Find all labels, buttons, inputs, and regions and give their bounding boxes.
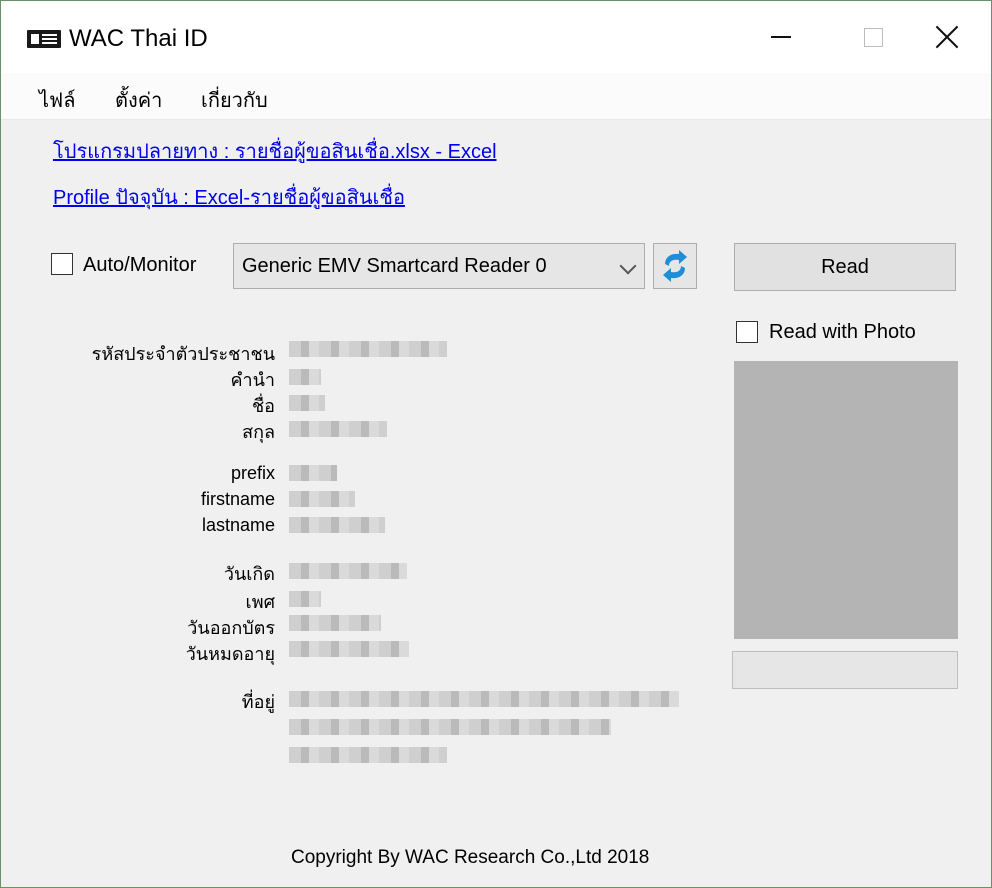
main-window: WAC Thai ID ไฟล์ ตั้งค่า เกี่ยวกับ โปรแก…: [0, 0, 992, 888]
firstname-label: firstname: [200, 489, 275, 509]
address-value-line-2: [289, 719, 611, 735]
read-button[interactable]: Read: [734, 243, 956, 291]
menu-about[interactable]: เกี่ยวกับ: [201, 84, 268, 116]
birthdate-value: [289, 563, 407, 579]
maximize-icon: [863, 27, 883, 47]
menu-bar: ไฟล์ ตั้งค่า เกี่ยวกับ: [1, 73, 991, 120]
title-bar[interactable]: WAC Thai ID: [1, 1, 991, 73]
photo-area: [734, 361, 958, 639]
firstname-value: [289, 491, 355, 507]
firstname-th-label: ชื่อ: [251, 396, 275, 416]
lastname-th-label: สกุล: [242, 422, 275, 442]
read-with-photo-checkbox[interactable]: [736, 321, 758, 343]
auto-monitor-checkbox[interactable]: [51, 253, 73, 275]
issue-date-value: [289, 615, 381, 631]
lastname-th-value: [289, 421, 387, 437]
lastname-value: [289, 517, 385, 533]
window-title: WAC Thai ID: [69, 25, 208, 52]
close-icon: [934, 24, 960, 50]
address-label: ที่อยู่: [241, 692, 275, 712]
minimize-icon: [771, 36, 791, 38]
expiry-date-label: วันหมดอายุ: [185, 644, 275, 664]
menu-file[interactable]: ไฟล์: [39, 84, 75, 116]
expiry-date-value: [289, 641, 409, 657]
menu-settings[interactable]: ตั้งค่า: [115, 84, 162, 116]
chevron-down-icon: [619, 257, 637, 275]
current-profile-link[interactable]: Profile ปัจจุบัน : Excel-รายชื่อผู้ขอสิน…: [53, 181, 405, 213]
firstname-th-value: [289, 395, 325, 411]
gender-value: [289, 591, 321, 607]
close-button[interactable]: [901, 1, 991, 73]
title-th-label: คำนำ: [230, 370, 275, 390]
auto-monitor-label[interactable]: Auto/Monitor: [83, 254, 196, 277]
address-value-line-3: [289, 747, 447, 763]
address-value-line-1: [289, 691, 679, 707]
prefix-label: prefix: [230, 463, 275, 483]
photo-status-bar: [732, 651, 958, 689]
id-card-icon: [27, 30, 61, 48]
target-program-link[interactable]: โปรแกรมปลายทาง : รายชื่อผู้ขอสินเชื่อ.xl…: [53, 135, 497, 167]
birthdate-label: วันเกิด: [223, 564, 275, 584]
gender-label: เพศ: [245, 592, 275, 612]
read-with-photo-label[interactable]: Read with Photo: [769, 321, 916, 344]
reader-select-value: Generic EMV Smartcard Reader 0: [242, 255, 547, 277]
citizen-id-label: รหัสประจำตัวประชาชน: [91, 344, 275, 364]
citizen-id-value: [289, 341, 447, 357]
refresh-button[interactable]: [653, 243, 697, 289]
reader-select[interactable]: Generic EMV Smartcard Reader 0: [233, 243, 645, 289]
copyright-text: Copyright By WAC Research Co.,Ltd 2018: [291, 847, 650, 868]
prefix-value: [289, 465, 337, 481]
refresh-icon: [663, 250, 687, 282]
lastname-label: lastname: [201, 515, 275, 535]
title-th-value: [289, 369, 321, 385]
issue-date-label: วันออกบัตร: [187, 618, 275, 638]
minimize-button[interactable]: [735, 1, 827, 73]
